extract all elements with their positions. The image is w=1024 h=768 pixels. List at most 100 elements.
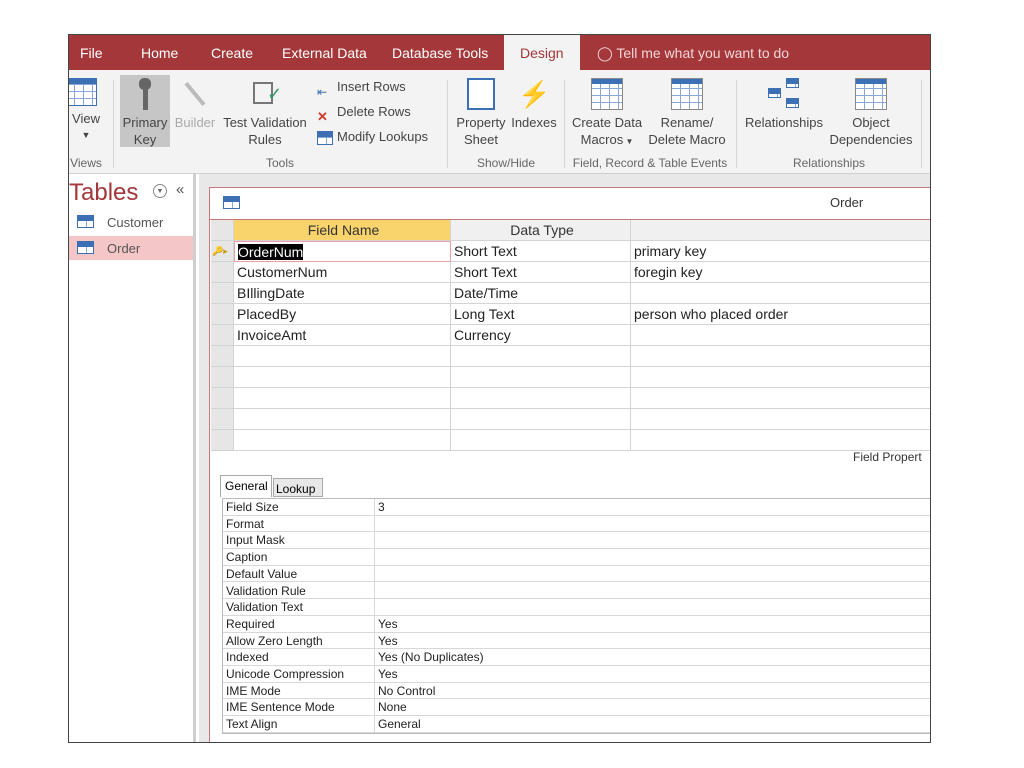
prop-tab-general[interactable]: General bbox=[220, 475, 272, 497]
field-grid: Field Name Data Type 🔑▸ OrderNum Short Tex… bbox=[211, 220, 930, 451]
delete-rows-icon: ✕ bbox=[317, 108, 328, 124]
column-header-field-name[interactable]: Field Name bbox=[234, 220, 451, 241]
view-button[interactable]: View ▼ bbox=[69, 78, 103, 144]
data-type-cell[interactable] bbox=[451, 409, 631, 430]
field-name-cell[interactable]: CustomerNum bbox=[234, 262, 451, 283]
object-dependencies-button[interactable]: Object Dependencies bbox=[827, 78, 915, 148]
select-all-corner[interactable] bbox=[211, 220, 234, 241]
delete-rows-button[interactable]: ✕ Delete Rows bbox=[317, 101, 411, 124]
field-name-cell[interactable] bbox=[234, 346, 451, 367]
field-name-cell[interactable]: InvoiceAmt bbox=[234, 325, 451, 346]
property-name: Format bbox=[226, 516, 265, 531]
column-header-description[interactable] bbox=[631, 220, 930, 241]
row-selector[interactable]: 🔑▸ bbox=[211, 241, 234, 262]
property-value[interactable]: Yes (No Duplicates) bbox=[375, 649, 484, 665]
nav-item-customer[interactable]: Customer bbox=[69, 210, 193, 234]
relationships-label: Relationships bbox=[744, 115, 824, 130]
data-type-cell[interactable]: Currency bbox=[451, 325, 631, 346]
description-cell[interactable] bbox=[631, 283, 930, 304]
property-row: Indexed Yes (No Duplicates) bbox=[223, 649, 930, 666]
description-cell[interactable]: person who placed order bbox=[631, 304, 930, 325]
tab-file[interactable]: File bbox=[80, 35, 103, 70]
data-type-cell[interactable]: Short Text bbox=[451, 241, 631, 262]
property-sheet-button[interactable]: Property Sheet bbox=[453, 78, 509, 148]
data-type-cell[interactable] bbox=[451, 346, 631, 367]
indexes-button[interactable]: ⚡ Indexes bbox=[509, 78, 559, 131]
field-name-cell[interactable] bbox=[234, 430, 451, 451]
description-cell[interactable]: foregin key bbox=[631, 262, 930, 283]
row-selector[interactable] bbox=[211, 304, 234, 325]
primary-key-label-2: Key bbox=[133, 132, 157, 147]
data-type-cell[interactable] bbox=[451, 430, 631, 451]
rename-macro-label: Rename/ bbox=[660, 115, 714, 130]
row-selector[interactable] bbox=[211, 325, 234, 346]
nav-item-order[interactable]: Order bbox=[69, 236, 193, 260]
property-value[interactable]: None bbox=[375, 699, 407, 715]
field-name-cell[interactable]: BIllingDate bbox=[234, 283, 451, 304]
data-type-cell[interactable] bbox=[451, 388, 631, 409]
field-properties-table: Field Size 3 Format Input Mask Caption Defaul… bbox=[222, 498, 930, 734]
relationships-button[interactable]: Relationships bbox=[741, 78, 827, 131]
property-value[interactable]: General bbox=[375, 716, 421, 732]
property-sheet-icon bbox=[467, 78, 495, 110]
tab-home[interactable]: Home bbox=[141, 35, 178, 70]
field-name-cell[interactable] bbox=[234, 409, 451, 430]
nav-menu-icon[interactable]: ▼ bbox=[153, 184, 167, 198]
primary-key-button[interactable]: Primary Key bbox=[120, 75, 170, 147]
tell-me-text: Tell me what you want to do bbox=[616, 45, 790, 61]
tab-external-data[interactable]: External Data bbox=[282, 35, 367, 70]
row-selector[interactable] bbox=[211, 346, 234, 367]
description-cell[interactable] bbox=[631, 367, 930, 388]
description-cell[interactable] bbox=[631, 430, 930, 451]
field-name-cell[interactable]: PlacedBy bbox=[234, 304, 451, 325]
view-label: View bbox=[72, 111, 100, 126]
data-type-cell[interactable]: Short Text bbox=[451, 262, 631, 283]
description-cell[interactable] bbox=[631, 409, 930, 430]
property-row: Field Size 3 bbox=[223, 499, 930, 516]
row-selector[interactable] bbox=[211, 430, 234, 451]
property-name: Validation Text bbox=[226, 600, 303, 615]
property-row: Text Align General bbox=[223, 716, 930, 733]
test-validation-rules-button[interactable]: ✓ Test Validation Rules bbox=[219, 78, 311, 148]
row-selector[interactable] bbox=[211, 409, 234, 430]
table-icon bbox=[77, 241, 94, 254]
property-value[interactable]: Yes bbox=[375, 666, 398, 682]
description-cell[interactable]: primary key bbox=[631, 241, 930, 262]
data-type-cell[interactable]: Date/Time bbox=[451, 283, 631, 304]
tell-me-box[interactable]: ◯ Tell me what you want to do bbox=[597, 35, 789, 70]
tab-database-tools[interactable]: Database Tools bbox=[392, 35, 488, 70]
property-row: Default Value bbox=[223, 566, 930, 583]
table-design-view: Order Field Name Data Type 🔑▸ OrderNum Sho… bbox=[209, 187, 930, 742]
description-cell[interactable] bbox=[631, 325, 930, 346]
prop-tab-lookup[interactable]: Lookup bbox=[273, 478, 323, 497]
data-type-cell[interactable] bbox=[451, 367, 631, 388]
insert-rows-button[interactable]: ⇤ Insert Rows bbox=[317, 76, 406, 99]
property-value[interactable]: Yes bbox=[375, 633, 398, 649]
property-value[interactable]: No Control bbox=[375, 683, 435, 699]
description-cell[interactable] bbox=[631, 346, 930, 367]
description-cell[interactable] bbox=[631, 388, 930, 409]
tab-design[interactable]: Design bbox=[504, 35, 580, 70]
data-type-cell[interactable]: Long Text bbox=[451, 304, 631, 325]
field-name-cell[interactable] bbox=[234, 388, 451, 409]
property-row: Validation Rule bbox=[223, 583, 930, 600]
property-value[interactable]: 3 bbox=[375, 499, 385, 515]
property-name: IME Mode bbox=[226, 683, 281, 698]
field-name-cell[interactable] bbox=[234, 367, 451, 388]
row-selector[interactable] bbox=[211, 367, 234, 388]
property-value[interactable]: Yes bbox=[375, 616, 398, 632]
collapse-pane-icon[interactable]: « bbox=[176, 181, 184, 198]
column-header-data-type[interactable]: Data Type bbox=[451, 220, 631, 241]
document-tab-title[interactable]: Order bbox=[830, 195, 863, 210]
dropdown-icon: ▼ bbox=[81, 130, 91, 140]
rename-delete-macro-button[interactable]: Rename/Delete Macro bbox=[645, 78, 729, 148]
modify-lookups-button[interactable]: Modify Lookups bbox=[317, 126, 428, 148]
row-selector[interactable] bbox=[211, 262, 234, 283]
create-data-macros-button[interactable]: Create Data Macros ▼ bbox=[569, 78, 645, 150]
tab-create[interactable]: Create bbox=[211, 35, 253, 70]
relationships-icon bbox=[768, 78, 800, 110]
indexes-label: Indexes bbox=[511, 115, 557, 130]
row-selector[interactable] bbox=[211, 388, 234, 409]
field-name-cell[interactable]: OrderNum bbox=[234, 241, 451, 262]
row-selector[interactable] bbox=[211, 283, 234, 304]
